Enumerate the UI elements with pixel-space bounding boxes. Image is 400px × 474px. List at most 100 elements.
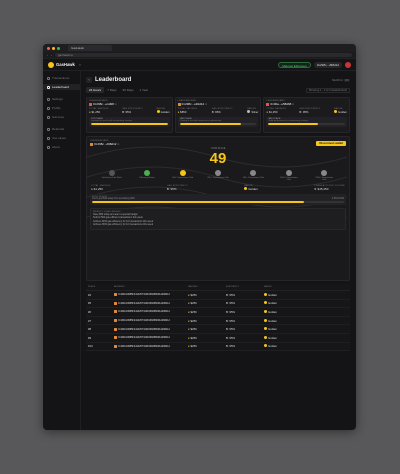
badge-value: Golden: [244, 187, 258, 191]
address-cell: 0×298cc9985F2442257342816b8680012d98d12: [114, 310, 188, 314]
place-cell: #4: [88, 292, 92, 297]
place-cell: #7: [88, 318, 92, 323]
page-title: Leaderboard: [95, 77, 132, 83]
address-chip-icon: [177, 102, 181, 106]
maximize-window-icon[interactable]: [57, 46, 60, 50]
badge-cell: Golden: [264, 327, 302, 331]
table-row[interactable]: #10 0×298cc9985F2442257342816b8680012d98…: [86, 343, 350, 352]
badge-cell: Golden: [264, 292, 302, 297]
sidebar-item-label: Leaderboard: [52, 85, 70, 89]
efficiency-cell: B: 95%: [226, 301, 236, 306]
avatar[interactable]: [345, 61, 351, 68]
badge-cell: Golden: [264, 301, 302, 305]
url-field[interactable]: gashawk.io: [55, 53, 352, 57]
badge-label: 500+ Transactions Club: [242, 177, 264, 179]
medal-icon: [108, 170, 115, 176]
badge-value: Golden: [333, 110, 347, 114]
medal-icon: [144, 170, 151, 176]
sidebar-item-about[interactable]: About: [43, 144, 80, 150]
leaderboard-card[interactable]: LEADERBOARD 0×298c...e1d98 ⧉ TOTAL SAVING…: [86, 97, 173, 133]
table-row[interactable]: #9 0×298cc9985F2442257342816b8680012d98d…: [86, 334, 350, 343]
achievement-badge[interactable]: Top Saver of the Week: [101, 170, 123, 181]
table-row[interactable]: #8 0×298cc9985F2442257342816b8680012d98d…: [86, 325, 350, 334]
app-logo[interactable]: GasHawk: [48, 61, 75, 68]
savings-value: ● $1,250: [266, 110, 278, 114]
sidebar-item-transactions[interactable]: Transactions: [43, 75, 80, 81]
place-cell: #10: [88, 344, 93, 349]
table-row[interactable]: #5 0×298cc9985F2442257342816b8680012d98d…: [86, 300, 350, 309]
copy-icon[interactable]: ⧉: [205, 103, 207, 106]
search-button[interactable]: SEARCH: [332, 79, 343, 82]
tab-1-year[interactable]: 1 Year: [137, 87, 152, 93]
info-icon: [47, 145, 50, 149]
back-button[interactable]: ‹: [86, 77, 92, 83]
address-chip-icon: [266, 102, 270, 106]
achievement-badge[interactable]: 500+ Transactions Club: [242, 170, 264, 181]
table-row[interactable]: #4 0×298cc9985F2442257342816b8680012d98d…: [86, 291, 350, 300]
sidebar-item-settings[interactable]: Settings: [43, 96, 80, 102]
forward-arrow-icon[interactable]: ›: [51, 53, 52, 57]
table-header: PLACE ADDRESS SAVINGS EFFICIENCY BADGE: [86, 284, 350, 291]
achievement-badge[interactable]: 250+ Transactions Club: [207, 170, 229, 181]
sidebar-item-use-cases[interactable]: Use cases: [43, 135, 80, 141]
sidebar-item-referrals[interactable]: Referrals: [43, 126, 80, 132]
savings-cell: ● $250: [188, 344, 197, 349]
minimize-window-icon[interactable]: [52, 46, 55, 50]
badge-label: 1000+ Transactions Club: [280, 177, 298, 181]
leaderboard-card[interactable]: LEADERBOARD 0×298c...e94d12 ⧉ TOTAL SAVIN…: [174, 97, 262, 133]
place-desc: Closing in fast with impressive optimiza…: [179, 120, 222, 122]
achievement-badge[interactable]: 2500+ Transactions Club: [313, 170, 335, 181]
sidebar-item-label: About: [52, 145, 60, 149]
efficiency-cell: B: 95%: [226, 292, 236, 297]
efficiency-cell: B: 95%: [226, 318, 236, 323]
network-badge[interactable]: Mainnet Ethereum: [278, 61, 311, 68]
achievement-badge[interactable]: Efficiency Master: [136, 170, 158, 181]
tab-24-hours[interactable]: 24 Hours: [86, 87, 105, 93]
savings-cell: ● $250: [188, 309, 197, 314]
sidebar-item-leaderboard[interactable]: Leaderboard: [43, 84, 80, 90]
place-band: 2ND PLACE Closing in fast with impressiv…: [177, 117, 259, 127]
close-window-icon[interactable]: [47, 46, 50, 50]
back-arrow-icon[interactable]: ‹: [47, 53, 48, 57]
tab-30-days[interactable]: 30 Days: [120, 87, 137, 93]
badge-value: Silver: [247, 110, 258, 114]
copy-icon[interactable]: ⧉: [117, 143, 119, 146]
disconnect-wallet-button[interactable]: Disconnect wallet: [316, 140, 346, 146]
address-bar: ‹ › gashawk.io: [43, 52, 356, 59]
search-shortcut: ⌘K: [343, 78, 350, 82]
copy-icon[interactable]: ⧉: [292, 103, 294, 106]
table-row[interactable]: #6 0×298cc9985F2442257342816b8680012d98d…: [86, 308, 350, 317]
column-header: SAVINGS: [188, 286, 198, 288]
your-rank-panel: LEADERBOARD 0×298c...d98d12 ⧉ Disconnect …: [86, 136, 350, 281]
tab-7-days[interactable]: 7 Days: [104, 87, 119, 93]
savings-cell: ● $250: [188, 327, 197, 332]
sidebar-item-label: Transactions: [52, 76, 70, 80]
leaderboard-card[interactable]: LEADERBOARD 0×00a...e58d68 ⧉ TOTAL SAVING…: [263, 97, 351, 133]
badge-label: 100+ Transactions Club: [172, 177, 194, 179]
table-row[interactable]: #7 0×298cc9985F2442257342816b8680012d98d…: [86, 317, 350, 326]
badge-cell: Golden: [264, 335, 302, 340]
efficiency-cell: B: 95%: [226, 335, 236, 340]
sidebar-item-gas-fees[interactable]: Gas fees: [43, 114, 80, 120]
sidebar-item-profile[interactable]: Profile: [43, 105, 80, 111]
total-savings-value: ● $1,250: [91, 187, 103, 191]
column-header: EFFICIENCY: [226, 286, 240, 288]
place-cell: #8: [88, 327, 92, 332]
achievement-badge[interactable]: 100+ Transactions Club: [172, 170, 194, 181]
showing-count-select[interactable]: Showing 1 - 3 of 3 leaderboards: [305, 87, 350, 93]
address-chip-icon: [114, 319, 117, 323]
next-place-value: 2,532/3,000: [331, 198, 344, 200]
savings-cell: ● $250: [188, 335, 197, 340]
achievement-badge[interactable]: 1000+ Transactions Club: [278, 170, 300, 181]
collapse-sidebar-icon[interactable]: «: [79, 62, 81, 67]
sidebar: Transactions Leaderboard Settings Profil…: [43, 71, 81, 430]
address-cell: 0×298cc9985F2442257342816b8680012d98d12: [114, 293, 188, 297]
wallet-button[interactable]: 0x298c...d98d12: [313, 61, 342, 68]
badge-cell: Golden: [264, 318, 302, 323]
sidebar-item-label: Profile: [52, 106, 61, 110]
page-header: ‹ Leaderboard SEARCH ⌘K: [86, 74, 350, 86]
copy-icon[interactable]: ⧉: [115, 103, 117, 106]
column-header: BADGE: [264, 286, 272, 288]
browser-tab[interactable]: GasHawk: [68, 45, 112, 51]
efficiency-cell: B: 95%: [226, 309, 236, 314]
